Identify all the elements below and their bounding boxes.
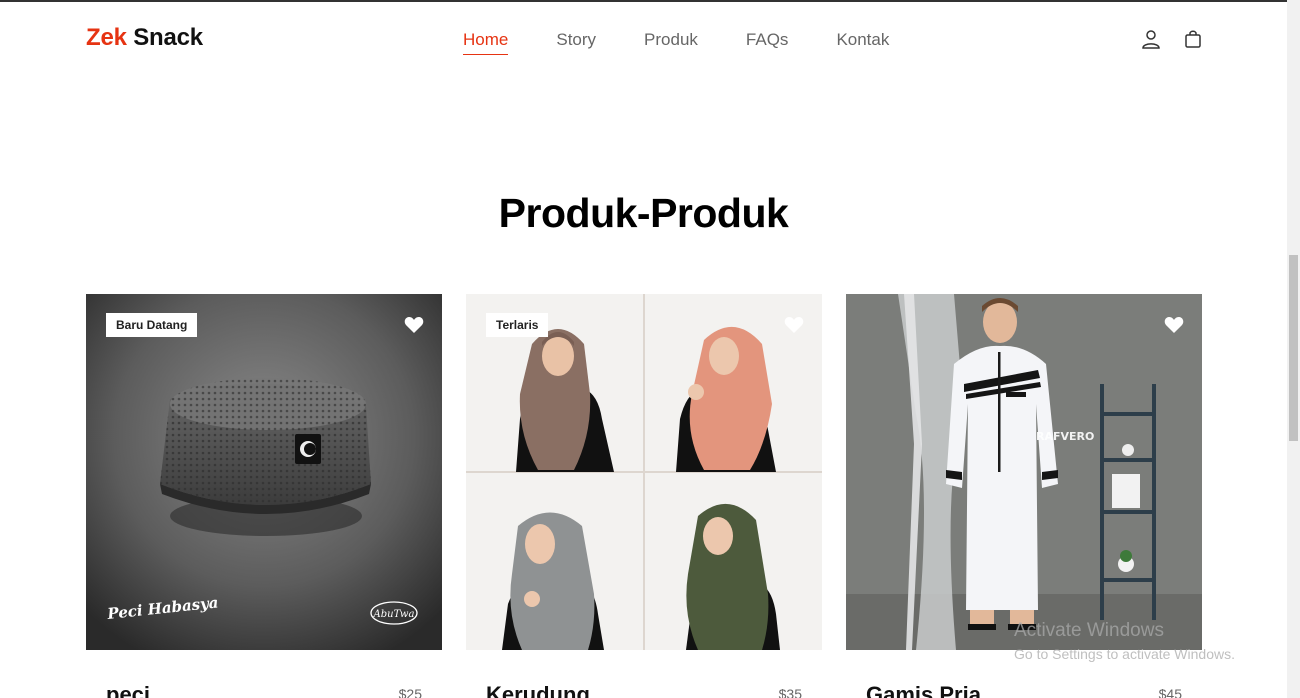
nav-item-faqs[interactable]: FAQs [746,30,789,55]
watermark-line1: Activate Windows [1014,620,1164,641]
product-image-gamis-pria[interactable]: RAFVERO [846,294,1202,650]
main-nav: Home Story Produk FAQs Kontak [463,30,889,55]
brand-logo-accent: Zek [86,24,127,51]
gamis-overlay-brand: RAFVERO [1036,430,1094,443]
product-card-peci[interactable]: Peci Habasya AbuTwa Baru Datang peci $25 [86,294,442,698]
page-scrollbar[interactable] [1287,0,1300,698]
shopping-bag-icon[interactable] [1182,28,1204,50]
product-price: $35 [778,686,802,698]
nav-item-story[interactable]: Story [556,30,596,55]
brand-logo-rest: Snack [133,24,203,51]
nav-item-produk[interactable]: Produk [644,30,698,55]
product-image-kerudung[interactable] [466,294,822,650]
nav-item-home[interactable]: Home [463,30,509,55]
product-name[interactable]: Gamis Pria [866,682,981,698]
user-icon[interactable] [1140,28,1162,50]
header-icons [1140,28,1204,50]
product-name[interactable]: peci [106,682,150,698]
product-badge: Terlaris [486,313,549,337]
favorite-heart-icon[interactable] [784,316,804,334]
section-title: Produk-Produk [498,190,789,236]
brand-logo[interactable]: Zek Snack [86,24,203,52]
scrollbar-thumb[interactable] [1289,255,1298,441]
product-price: $45 [1158,686,1182,698]
product-image-peci[interactable]: Peci Habasya AbuTwa [86,294,442,650]
favorite-heart-icon[interactable] [404,316,424,334]
favorite-heart-icon[interactable] [1164,316,1184,334]
product-badge: Baru Datang [106,313,198,337]
product-name[interactable]: Kerudung [486,682,590,698]
site-header: Zek Snack Home Story Produk FAQs Kontak [0,2,1287,78]
product-card-kerudung[interactable]: Terlaris Kerudung $35 [466,294,822,698]
nav-item-kontak[interactable]: Kontak [836,30,889,55]
product-price: $25 [398,686,422,698]
watermark-line2: Go to Settings to activate Windows. [1014,646,1235,662]
os-activation-watermark: Activate Windows Go to Settings to activ… [1014,620,1235,662]
peci-overlay-right: AbuTwa [373,609,415,620]
